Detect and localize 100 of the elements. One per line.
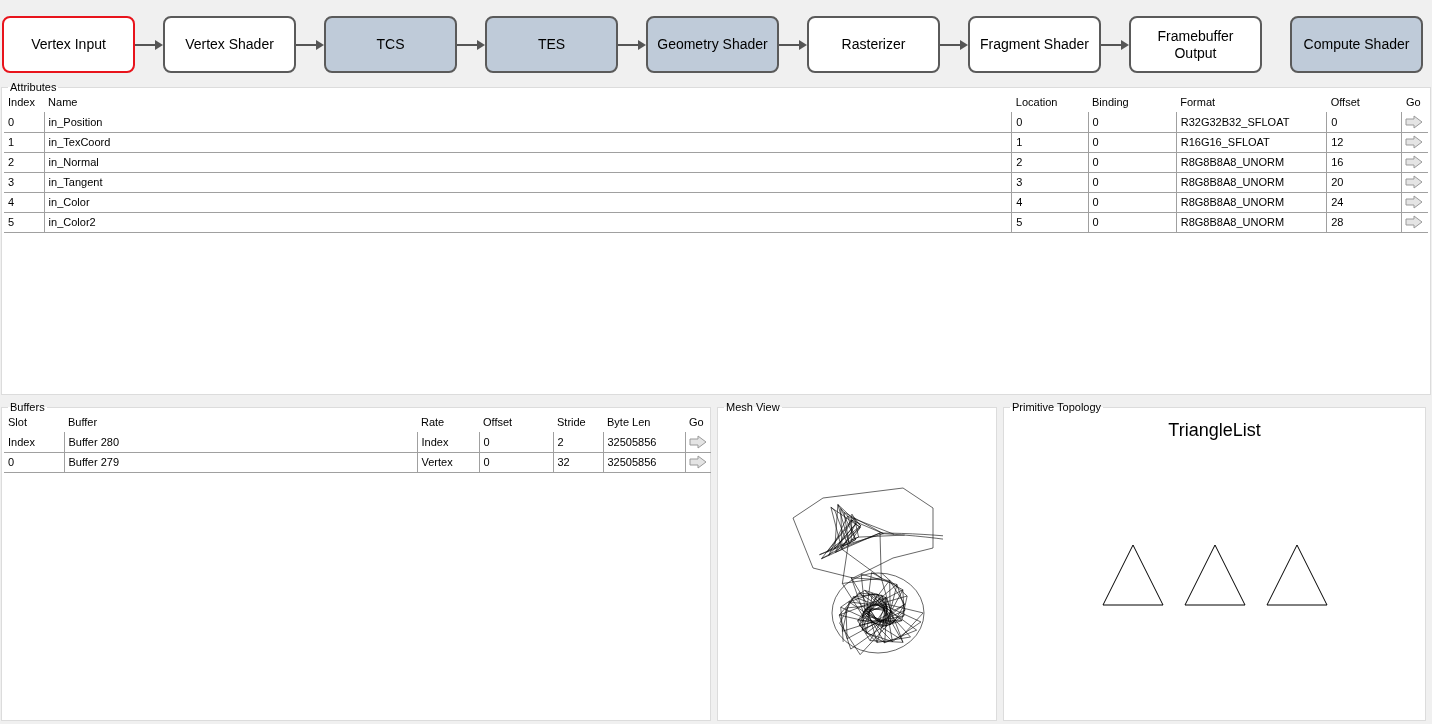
- table-cell: 0: [1088, 212, 1177, 232]
- pipeline-stage-button[interactable]: TCS: [324, 16, 457, 73]
- table-cell: R32G32B32_SFLOAT: [1176, 112, 1327, 132]
- table-cell: in_TexCoord: [44, 132, 1012, 152]
- table-cell: 32505856: [603, 432, 685, 452]
- go-button[interactable]: [687, 432, 708, 451]
- table-cell: 0: [1088, 132, 1177, 152]
- table-cell: 4: [4, 192, 45, 212]
- arrow-icon: [1405, 215, 1424, 229]
- column-header[interactable]: Stride: [553, 413, 603, 432]
- column-header[interactable]: Offset: [479, 413, 553, 432]
- table-cell: 1: [4, 132, 45, 152]
- go-button[interactable]: [1404, 193, 1425, 211]
- panel-title: Attributes: [9, 81, 58, 93]
- arrow-icon: [1405, 155, 1424, 169]
- table-cell: in_Color: [44, 192, 1012, 212]
- table-cell: R8G8B8A8_UNORM: [1176, 152, 1327, 172]
- go-button[interactable]: [1404, 112, 1425, 131]
- column-header[interactable]: Buffer: [64, 413, 417, 432]
- pipeline-stage-button[interactable]: Fragment Shader: [968, 16, 1101, 73]
- pipeline-stage-button[interactable]: Vertex Input: [2, 16, 135, 73]
- table-cell: 32505856: [603, 452, 685, 472]
- triangle-icon: [1183, 544, 1246, 606]
- table-cell: 0: [1011, 112, 1088, 132]
- arrow-icon: [618, 39, 646, 50]
- table-cell: 32: [553, 452, 603, 472]
- panel-title: Primitive Topology: [1011, 401, 1103, 413]
- arrow-icon: [688, 434, 707, 449]
- table-cell: 0: [4, 452, 64, 472]
- table-cell: 0: [479, 452, 553, 472]
- table-cell: Buffer 279: [64, 452, 417, 472]
- column-header[interactable]: Slot: [4, 413, 64, 432]
- table-cell: 0: [4, 112, 45, 132]
- table-cell: 2: [4, 152, 45, 172]
- arrow-icon: [296, 39, 324, 50]
- arrow-icon: [135, 39, 163, 50]
- table-cell: 5: [4, 212, 45, 232]
- table-cell: 0: [1088, 172, 1177, 192]
- column-header[interactable]: Go: [685, 413, 711, 432]
- column-header[interactable]: Go: [1401, 93, 1428, 112]
- arrow-icon: [779, 39, 807, 50]
- table-cell: 0: [1326, 112, 1402, 132]
- arrow-icon: [1101, 39, 1129, 50]
- table-cell: 24: [1326, 192, 1402, 212]
- pipeline-stage-button[interactable]: Geometry Shader: [646, 16, 779, 73]
- pipeline-stage-button[interactable]: Vertex Shader: [163, 16, 296, 73]
- topology-label: TriangleList: [1168, 419, 1261, 442]
- table-cell: 20: [1326, 172, 1402, 192]
- arrow-icon: [1405, 135, 1424, 149]
- go-button[interactable]: [1404, 133, 1425, 151]
- table-cell: 28: [1326, 212, 1402, 232]
- go-button[interactable]: [687, 453, 708, 471]
- arrow-icon: [940, 39, 968, 50]
- pipeline-stage-button[interactable]: Rasterizer: [807, 16, 940, 73]
- arrow-icon: [1405, 195, 1424, 209]
- table-cell: 3: [1011, 172, 1088, 192]
- triangle-icon: [1265, 544, 1328, 606]
- panel-title: Buffers: [9, 401, 46, 413]
- table-cell: R8G8B8A8_UNORM: [1176, 192, 1327, 212]
- table-cell: Index: [4, 432, 64, 452]
- table-cell: Buffer 280: [64, 432, 417, 452]
- table-cell: 0: [1088, 112, 1177, 132]
- column-header[interactable]: Offset: [1326, 93, 1402, 112]
- table-cell: 2: [1011, 152, 1088, 172]
- table-cell: R8G8B8A8_UNORM: [1176, 172, 1327, 192]
- table-cell: R8G8B8A8_UNORM: [1176, 212, 1327, 232]
- arrow-icon: [688, 455, 707, 469]
- go-button[interactable]: [1404, 213, 1425, 231]
- column-header[interactable]: Name: [44, 93, 1012, 112]
- column-header[interactable]: Byte Len: [603, 413, 685, 432]
- table-cell: in_Position: [44, 112, 1012, 132]
- table-cell: in_Color2: [44, 212, 1012, 232]
- table-cell: 0: [479, 432, 553, 452]
- table-cell: in_Normal: [44, 152, 1012, 172]
- table-cell: 0: [1088, 152, 1177, 172]
- go-button[interactable]: [1404, 153, 1425, 171]
- table-cell: 1: [1011, 132, 1088, 152]
- pipeline-stage-button[interactable]: TES: [485, 16, 618, 73]
- column-header[interactable]: Location: [1011, 93, 1088, 112]
- arrow-icon: [457, 39, 485, 50]
- panel-title: Mesh View: [725, 401, 781, 413]
- table-cell: 16: [1326, 152, 1402, 172]
- pipeline-stage-button[interactable]: Compute Shader: [1290, 16, 1423, 73]
- triangle-icon: [1101, 544, 1164, 606]
- arrow-icon: [1405, 114, 1424, 129]
- table-cell: 12: [1326, 132, 1402, 152]
- column-header[interactable]: Format: [1176, 93, 1327, 112]
- column-header[interactable]: Rate: [417, 413, 479, 432]
- table-cell: Index: [417, 432, 479, 452]
- column-header[interactable]: Binding: [1088, 93, 1177, 112]
- arrow-icon: [1405, 175, 1424, 189]
- table-cell: 3: [4, 172, 45, 192]
- table-cell: 5: [1011, 212, 1088, 232]
- column-header[interactable]: Index: [4, 93, 45, 112]
- pipeline-stage-button[interactable]: Framebuffer Output: [1129, 16, 1262, 73]
- table-cell: Vertex: [417, 452, 479, 472]
- table-cell: 4: [1011, 192, 1088, 212]
- table-cell: R16G16_SFLOAT: [1176, 132, 1327, 152]
- go-button[interactable]: [1404, 173, 1425, 191]
- table-cell: 2: [553, 432, 603, 452]
